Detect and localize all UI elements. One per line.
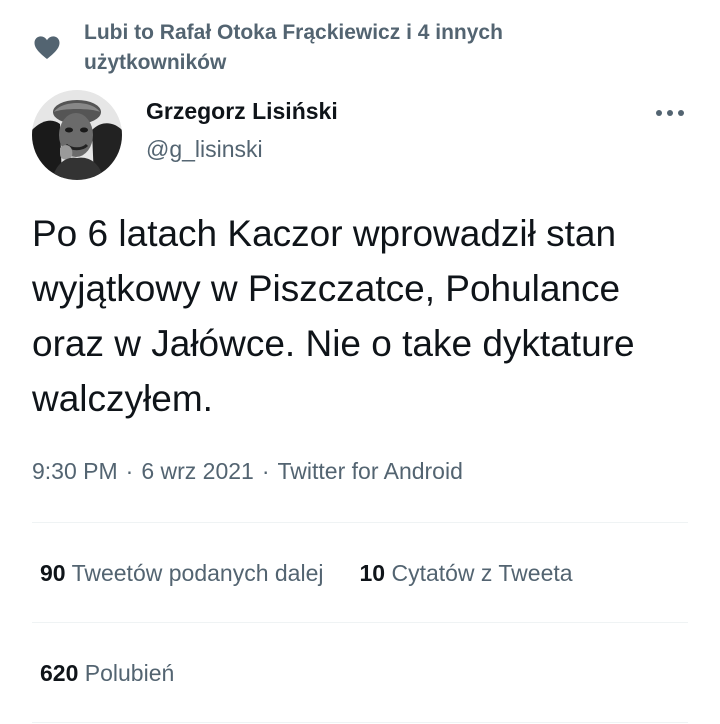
divider	[32, 722, 688, 723]
avatar[interactable]	[32, 90, 122, 180]
social-context: Lubi to Rafał Otoka Frąckiewicz i 4 inny…	[32, 18, 592, 78]
heart-icon	[34, 36, 60, 59]
meta-separator: ·	[261, 458, 270, 484]
tweet-date[interactable]: 6 wrz 2021	[141, 458, 254, 484]
tweet-text: Po 6 latach Kaczor wprowadził stan wyjąt…	[32, 213, 635, 419]
retweets-stat[interactable]: 90 Tweetów podanych dalej	[40, 560, 323, 587]
quotes-count: 10	[359, 560, 386, 586]
likes-stat[interactable]: 620 Polubień	[40, 660, 174, 687]
more-icon	[656, 110, 684, 116]
likes-count: 620	[40, 660, 79, 686]
divider	[32, 522, 688, 523]
tweet-meta: 9:30 PM · 6 wrz 2021 · Twitter for Android	[32, 458, 463, 485]
social-context-text[interactable]: Lubi to Rafał Otoka Frąckiewicz i 4 inny…	[84, 18, 592, 78]
more-options-button[interactable]	[652, 98, 688, 128]
divider	[32, 622, 688, 623]
likes-label: Polubień	[84, 660, 175, 686]
quotes-label: Cytatów z Tweeta	[391, 560, 573, 586]
meta-separator: ·	[125, 458, 134, 484]
retweets-count: 90	[40, 560, 66, 586]
tweet-header: Grzegorz Lisiński @g_lisinski	[32, 90, 688, 180]
avatar-image	[32, 90, 122, 180]
quotes-stat[interactable]: 10 Cytatów z Tweeta	[359, 560, 572, 587]
tweet-source[interactable]: Twitter for Android	[278, 458, 463, 484]
author-handle[interactable]: @g_lisinski	[146, 136, 263, 163]
tweet-time[interactable]: 9:30 PM	[32, 458, 118, 484]
retweets-label: Tweetów podanych dalej	[71, 560, 324, 586]
tweet-stats: 90 Tweetów podanych dalej 10 Cytatów z T…	[40, 560, 609, 587]
author-name[interactable]: Grzegorz Lisiński	[146, 98, 338, 125]
